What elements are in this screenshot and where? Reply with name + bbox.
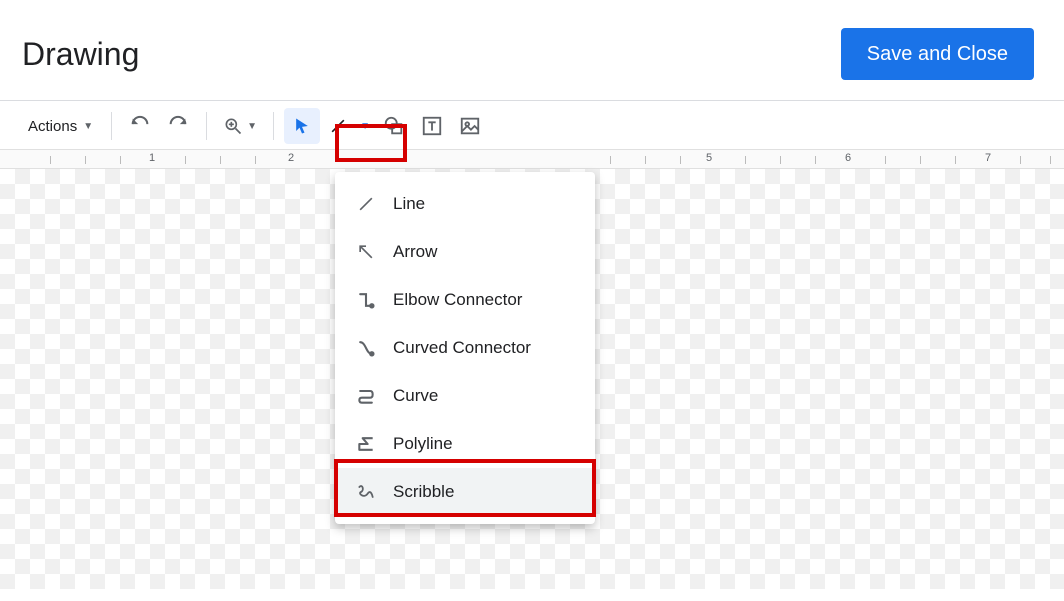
redo-button[interactable] <box>160 108 196 144</box>
zoom-button[interactable]: ▼ <box>217 108 263 144</box>
ruler-number: 6 <box>845 152 851 164</box>
menu-item-arrow[interactable]: Arrow <box>335 228 595 276</box>
cursor-icon <box>292 116 312 136</box>
curved-connector-icon <box>355 337 377 359</box>
ruler-number: 1 <box>149 152 155 164</box>
arrow-icon <box>355 241 377 263</box>
elbow-icon <box>355 289 377 311</box>
menu-item-label: Curve <box>393 386 438 406</box>
menu-item-label: Scribble <box>393 482 454 502</box>
actions-label: Actions <box>28 118 77 135</box>
menu-item-curved-connector[interactable]: Curved Connector <box>335 324 595 372</box>
redo-icon <box>167 115 189 137</box>
actions-menu-button[interactable]: Actions ▼ <box>20 108 101 144</box>
toolbar-separator <box>111 112 112 140</box>
select-tool-button[interactable] <box>284 108 320 144</box>
image-tool-button[interactable] <box>452 108 488 144</box>
zoom-icon <box>223 116 243 136</box>
scribble-icon <box>355 481 377 503</box>
ruler-number: 7 <box>985 152 991 164</box>
line-icon <box>355 193 377 215</box>
shape-tool-button[interactable] <box>376 108 412 144</box>
caret-down-icon: ▼ <box>360 121 370 132</box>
menu-item-label: Polyline <box>393 434 453 454</box>
textbox-icon <box>421 115 443 137</box>
dialog-header: Drawing Save and Close <box>0 0 1064 100</box>
curve-icon <box>355 385 377 407</box>
ruler-number: 5 <box>706 152 712 164</box>
menu-item-label: Arrow <box>393 242 437 262</box>
menu-item-label: Line <box>393 194 425 214</box>
line-tool-menu: Line Arrow Elbow Connector Curved Connec… <box>335 172 595 524</box>
menu-item-polyline[interactable]: Polyline <box>335 420 595 468</box>
save-and-close-button[interactable]: Save and Close <box>841 28 1034 80</box>
menu-item-line[interactable]: Line <box>335 180 595 228</box>
menu-item-elbow-connector[interactable]: Elbow Connector <box>335 276 595 324</box>
polyline-icon <box>355 433 377 455</box>
shape-icon <box>383 115 405 137</box>
line-icon <box>328 116 348 136</box>
toolbar-separator <box>206 112 207 140</box>
caret-down-icon: ▼ <box>247 121 257 132</box>
horizontal-ruler: 1 2 5 6 7 <box>0 149 1064 169</box>
undo-button[interactable] <box>122 108 158 144</box>
textbox-tool-button[interactable] <box>414 108 450 144</box>
line-tool-dropdown-button[interactable]: ▼ <box>354 108 374 144</box>
ruler-number: 2 <box>288 152 294 164</box>
caret-down-icon: ▼ <box>83 121 93 132</box>
menu-item-scribble[interactable]: Scribble <box>335 468 595 516</box>
toolbar: Actions ▼ ▼ ▼ <box>0 101 1064 149</box>
image-icon <box>459 115 481 137</box>
menu-item-label: Elbow Connector <box>393 290 522 310</box>
menu-item-curve[interactable]: Curve <box>335 372 595 420</box>
dialog-title: Drawing <box>22 36 139 73</box>
line-tool-button[interactable] <box>322 108 354 144</box>
undo-icon <box>129 115 151 137</box>
toolbar-separator <box>273 112 274 140</box>
menu-item-label: Curved Connector <box>393 338 531 358</box>
